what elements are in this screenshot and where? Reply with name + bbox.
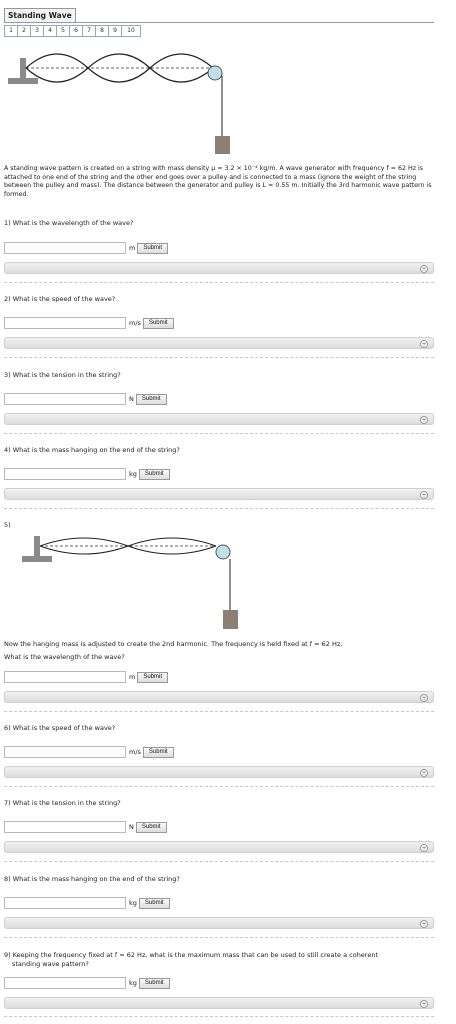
plus-icon[interactable]: + xyxy=(420,693,428,702)
tab-10[interactable]: 10 xyxy=(121,25,141,37)
problem-description: A standing wave pattern is created on a … xyxy=(4,165,432,198)
question-7: 7) What is the tension in the string? N … xyxy=(4,799,434,862)
standing-wave-diagram-2nd-harmonic xyxy=(22,536,238,629)
answer-input-5[interactable] xyxy=(4,671,126,683)
unit-label: m/s xyxy=(129,319,141,327)
unit-label: N xyxy=(129,395,134,403)
plus-icon[interactable]: + xyxy=(420,768,428,777)
hint-bar-7[interactable]: + xyxy=(4,841,434,853)
submit-button-2[interactable]: Submit xyxy=(142,317,174,329)
question-7-text: 7) What is the tension in the string? xyxy=(4,799,121,807)
divider xyxy=(4,786,434,787)
standing-wave-diagram-3rd-harmonic xyxy=(8,53,230,154)
question-1: 1) What is the wavelength of the wave? m… xyxy=(4,219,434,283)
tab-5[interactable]: 5 xyxy=(56,25,70,37)
hint-bar-4[interactable]: + xyxy=(4,488,434,500)
question-3: 3) What is the tension in the string? N … xyxy=(4,371,434,434)
hint-bar-2[interactable]: + xyxy=(4,337,434,349)
question-3-text: 3) What is the tension in the string? xyxy=(4,371,121,379)
unit-label: kg xyxy=(129,470,137,478)
question-2: 2) What is the speed of the wave? m/s Su… xyxy=(4,295,434,358)
unit-label: m/s xyxy=(129,748,141,756)
unit-label: kg xyxy=(129,899,137,907)
submit-button-5[interactable]: Submit xyxy=(137,671,169,683)
page-title: Standing Wave xyxy=(4,8,76,22)
divider xyxy=(4,357,434,358)
question-6: 6) What is the speed of the wave? m/s Su… xyxy=(4,724,434,787)
answer-input-9[interactable] xyxy=(4,977,126,989)
plus-icon[interactable]: + xyxy=(420,339,428,348)
question-5-intro: Now the hanging mass is adjusted to crea… xyxy=(4,640,343,648)
header: Standing Wave 1 2 3 4 5 6 7 8 9 10 xyxy=(4,8,434,37)
divider xyxy=(4,282,434,283)
hint-bar-8[interactable]: + xyxy=(4,917,434,929)
tab-9[interactable]: 9 xyxy=(108,25,122,37)
divider xyxy=(4,433,434,434)
answer-input-3[interactable] xyxy=(4,393,126,405)
answer-input-8[interactable] xyxy=(4,897,126,909)
plus-icon[interactable]: + xyxy=(420,264,428,273)
hint-bar-1[interactable]: + xyxy=(4,262,434,274)
wave-string-envelope xyxy=(25,53,214,83)
answer-input-7[interactable] xyxy=(4,821,126,833)
question-8-text: 8) What is the mass hanging on the end o… xyxy=(4,875,180,883)
hint-bar-5[interactable]: + xyxy=(4,691,434,703)
question-6-text: 6) What is the speed of the wave? xyxy=(4,724,116,732)
hanging-mass-icon xyxy=(215,136,230,154)
plus-icon[interactable]: + xyxy=(420,843,428,852)
tab-8[interactable]: 8 xyxy=(95,25,109,37)
plus-icon[interactable]: + xyxy=(420,999,428,1008)
hanging-mass-icon xyxy=(223,610,238,629)
unit-label: kg xyxy=(129,979,137,987)
pulley-icon xyxy=(215,544,231,560)
divider xyxy=(4,508,434,509)
question-8: 8) What is the mass hanging on the end o… xyxy=(4,875,434,938)
part-tabs: 1 2 3 4 5 6 7 8 9 10 xyxy=(4,25,434,37)
answer-input-1[interactable] xyxy=(4,242,126,254)
plus-icon[interactable]: + xyxy=(420,490,428,499)
pulley-icon xyxy=(207,65,223,81)
question-9-text-cont: standing wave pattern? xyxy=(12,959,89,968)
question-5-body: Now the hanging mass is adjusted to crea… xyxy=(4,640,434,712)
answer-input-6[interactable] xyxy=(4,746,126,758)
plus-icon[interactable]: + xyxy=(420,919,428,928)
question-4: 4) What is the mass hanging on the end o… xyxy=(4,446,434,509)
submit-button-7[interactable]: Submit xyxy=(135,821,167,833)
answer-input-2[interactable] xyxy=(4,317,126,329)
question-1-text: 1) What is the wavelength of the wave? xyxy=(4,219,134,227)
submit-button-9[interactable]: Submit xyxy=(138,977,170,989)
question-9-text: 9) Keeping the frequency fixed at f = 62… xyxy=(4,951,379,959)
plus-icon[interactable]: + xyxy=(420,415,428,424)
unit-label: m xyxy=(129,244,136,252)
submit-button-8[interactable]: Submit xyxy=(138,897,170,909)
hint-bar-6[interactable]: + xyxy=(4,766,434,778)
divider xyxy=(4,711,434,712)
hint-bar-9[interactable]: + xyxy=(4,997,434,1009)
question-9: 9) Keeping the frequency fixed at f = 62… xyxy=(4,951,434,1017)
tab-3[interactable]: 3 xyxy=(30,25,44,37)
wave-string xyxy=(25,53,214,83)
tab-7[interactable]: 7 xyxy=(82,25,96,37)
question-4-text: 4) What is the mass hanging on the end o… xyxy=(4,446,180,454)
unit-label: m xyxy=(129,673,136,681)
tab-2[interactable]: 2 xyxy=(17,25,31,37)
submit-button-3[interactable]: Submit xyxy=(135,393,167,405)
divider xyxy=(4,1016,434,1017)
tab-6[interactable]: 6 xyxy=(69,25,83,37)
submit-button-1[interactable]: Submit xyxy=(137,242,169,254)
divider xyxy=(4,861,434,862)
unit-label: N xyxy=(129,823,134,831)
question-5-text: What is the wavelength of the wave? xyxy=(4,652,125,661)
header-divider xyxy=(4,22,434,23)
hint-bar-3[interactable]: + xyxy=(4,413,434,425)
divider xyxy=(4,937,434,938)
question-2-text: 2) What is the speed of the wave? xyxy=(4,295,116,303)
tab-4[interactable]: 4 xyxy=(43,25,57,37)
submit-button-6[interactable]: Submit xyxy=(142,746,174,758)
submit-button-4[interactable]: Submit xyxy=(138,468,170,480)
tab-1[interactable]: 1 xyxy=(4,25,18,37)
answer-input-4[interactable] xyxy=(4,468,126,480)
